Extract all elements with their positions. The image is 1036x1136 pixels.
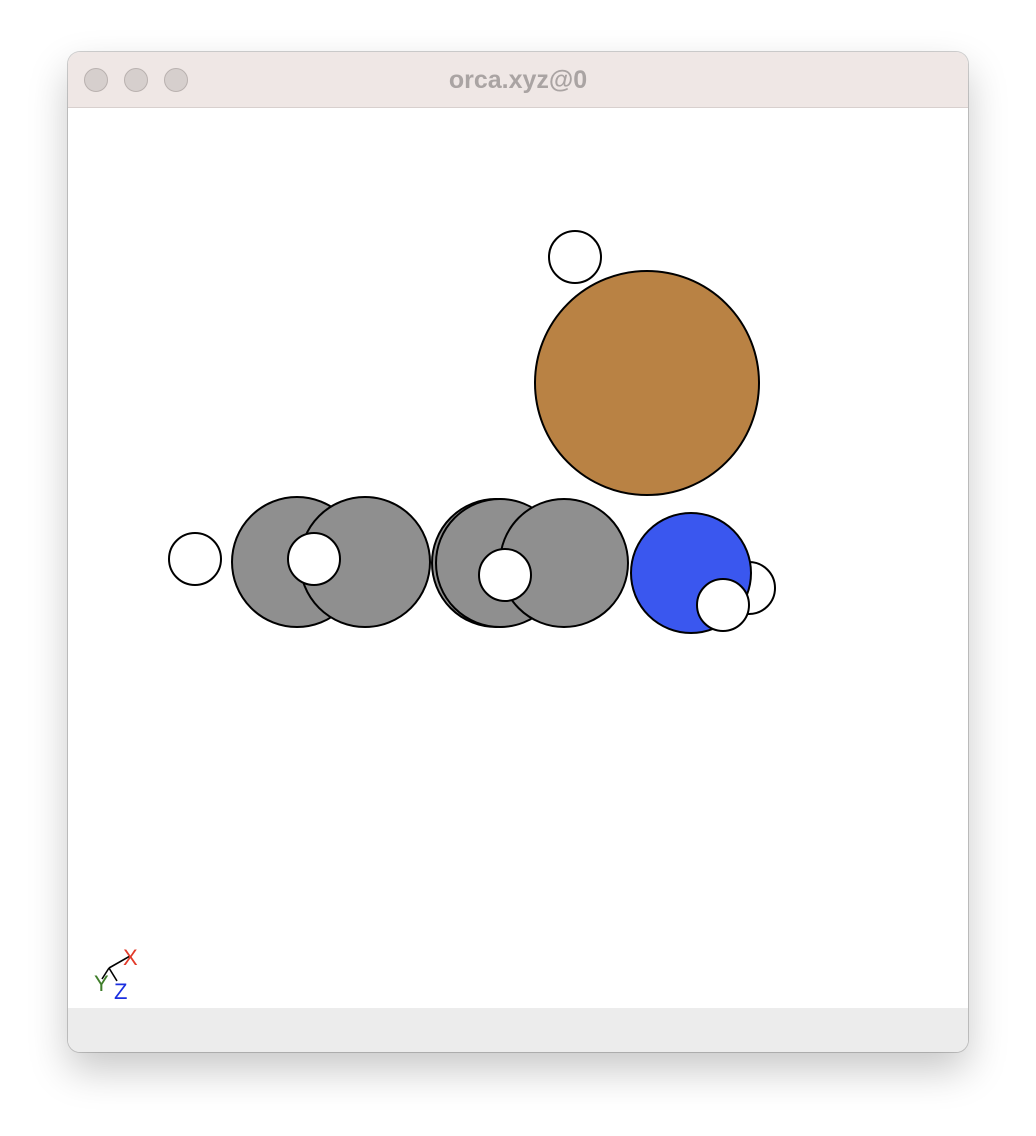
atom-copper-1[interactable] [534, 270, 760, 496]
atom-hydrogen-3[interactable] [287, 532, 341, 586]
molecule-canvas[interactable]: X Y Z [68, 108, 968, 1008]
status-bar [68, 1008, 968, 1052]
atom-hydrogen-4[interactable] [478, 548, 532, 602]
window-title: orca.xyz@0 [448, 66, 588, 94]
molecule-view[interactable]: X Y Z [68, 108, 968, 1008]
title-bar[interactable]: orca.xyz@0 [68, 52, 968, 108]
x-axis-label: X [123, 945, 138, 970]
atom-hydrogen-2[interactable] [168, 532, 222, 586]
axes-triad: X Y Z [94, 945, 138, 1004]
atom-hydrogen-6[interactable] [696, 578, 750, 632]
atom-hydrogen-1[interactable] [548, 230, 602, 284]
viewer-window: orca.xyz@0 X Y Z [68, 52, 968, 1052]
y-axis-label: Y [94, 971, 109, 996]
z-axis-label: Z [114, 979, 127, 1004]
